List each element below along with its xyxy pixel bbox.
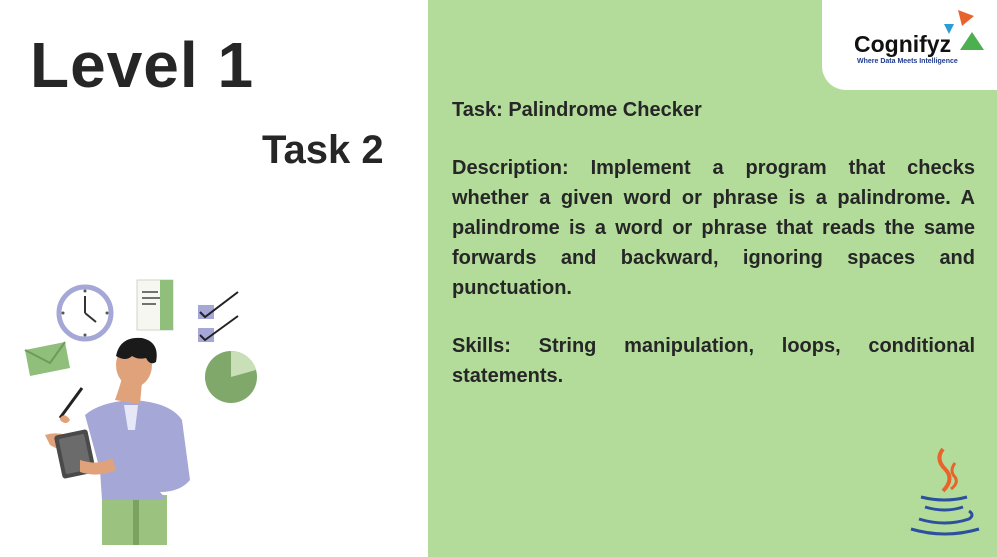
- person-with-clipboard-illustration: [24, 279, 257, 545]
- checklist-icon: [198, 291, 239, 342]
- logo-card: Cognifyz Where Data Meets Intelligence: [822, 0, 997, 90]
- logo-name: Cognifyz: [854, 31, 952, 57]
- task-line: Task: Palindrome Checker: [452, 99, 702, 121]
- task-card: Task: Palindrome Checker Description: Im…: [452, 95, 975, 419]
- clock-icon: [56, 284, 114, 342]
- document-icon: [136, 279, 174, 331]
- task-number: Task 2: [262, 128, 384, 172]
- java-logo-icon: [910, 447, 980, 536]
- person-figure: [45, 337, 190, 545]
- logo-tagline: Where Data Meets Intelligence: [857, 58, 958, 65]
- envelope-icon: [24, 341, 70, 376]
- pie-chart-icon: [205, 351, 257, 403]
- left-panel: Level 1 Task 2: [0, 0, 428, 557]
- level-title: Level 1: [30, 29, 255, 101]
- task-description: Description: Implement a program that ch…: [452, 157, 975, 299]
- task-skills: Skills: String manipulation, loops, cond…: [452, 335, 975, 387]
